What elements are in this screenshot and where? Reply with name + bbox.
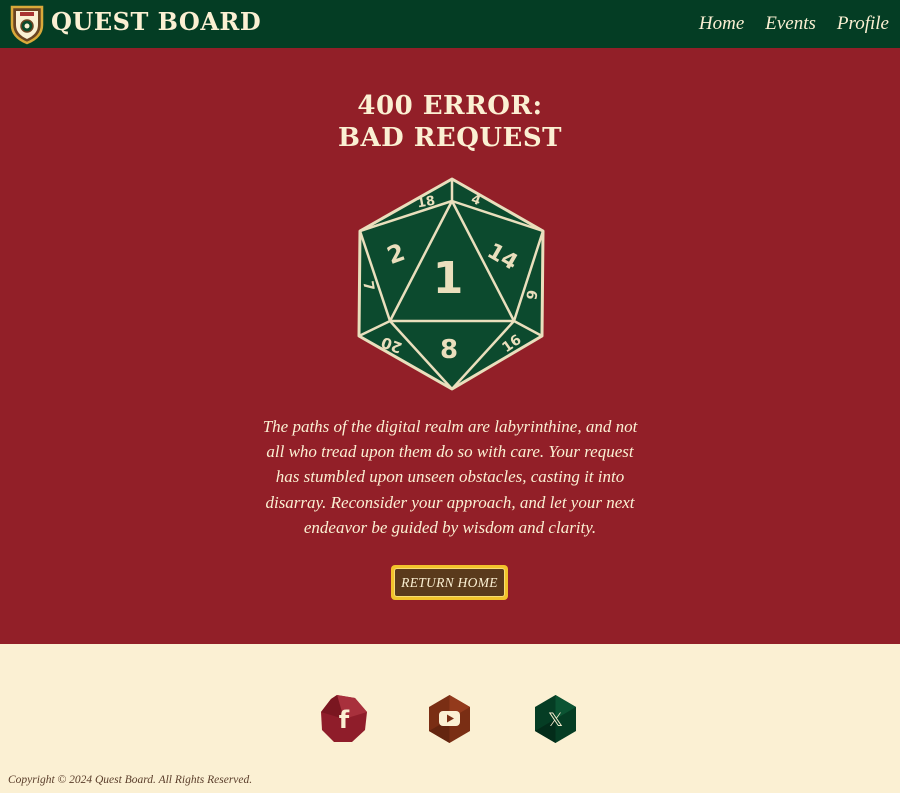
copyright-text: Copyright © 2024 Quest Board. All Rights…: [8, 774, 253, 786]
x-icon[interactable]: 𝕏: [533, 694, 578, 744]
error-title-code: 400 ERROR:: [357, 91, 543, 121]
quest-board-logo-icon[interactable]: [8, 3, 46, 45]
return-home-button-label[interactable]: RETURN HOME: [394, 568, 505, 597]
error-title-text: BAD REQUEST: [338, 123, 562, 153]
return-home-button[interactable]: RETURN HOME: [391, 565, 508, 600]
d20-face-8: 8: [440, 335, 458, 365]
facebook-icon[interactable]: f: [319, 694, 369, 744]
x-glyph: 𝕏: [548, 709, 563, 731]
x-twitter-link[interactable]: 𝕏: [533, 694, 578, 744]
youtube-link[interactable]: [427, 694, 472, 744]
error-message: The paths of the digital realm are labyr…: [262, 417, 638, 537]
d20-face-18: 18: [416, 194, 436, 212]
youtube-icon[interactable]: [427, 694, 472, 744]
facebook-glyph: f: [339, 706, 350, 734]
top-navbar: QUEST BOARD Home Events Profile: [0, 0, 900, 48]
d20-dice-icon: 1 2 14 8 18 4 7 9 20 16: [357, 177, 545, 391]
d20-face-1: 1: [433, 253, 464, 304]
error-section: 400 ERROR: BAD REQUEST 1 2 14 8 18 4 7 9…: [0, 48, 900, 644]
facebook-link[interactable]: f: [319, 694, 369, 744]
brand-title[interactable]: QUEST BOARD: [51, 7, 261, 37]
footer: f 𝕏 Copyright © 2024 Quest Board. All Ri…: [0, 644, 900, 793]
nav-link-home[interactable]: Home: [699, 12, 744, 36]
nav-links: Home Events Profile: [699, 12, 889, 36]
nav-link-profile[interactable]: Profile: [837, 12, 889, 36]
error-title: 400 ERROR: BAD REQUEST: [0, 90, 900, 154]
nav-link-events[interactable]: Events: [765, 12, 816, 36]
